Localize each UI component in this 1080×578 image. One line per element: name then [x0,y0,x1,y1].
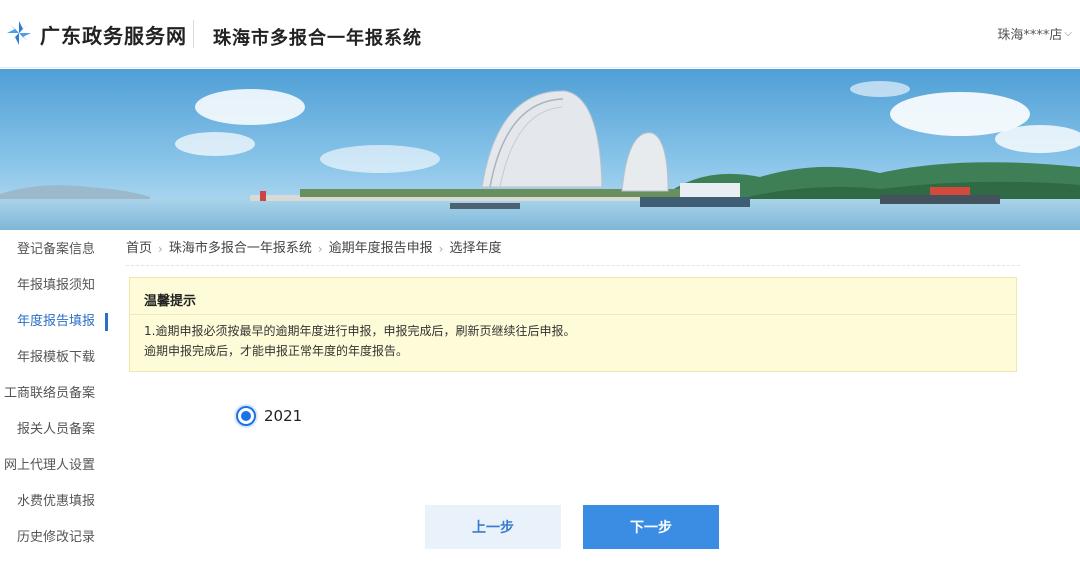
notice-line-1: 1.逾期申报必须按最早的逾期年度进行申报，申报完成后，刷新页继续往后申报。 [144,324,576,338]
notice-divider [130,314,1016,315]
sidebar-nav: 登记备案信息 年报填报须知 年度报告填报 年报模板下载 工商联络员备案 报关人员… [0,232,108,556]
previous-step-button[interactable]: 上一步 [425,505,561,549]
top-header: 广东政务服务网 珠海市多报合一年报系统 珠海****店 ⌵ [0,0,1080,68]
user-menu[interactable]: 珠海****店 ⌵ [997,24,1072,43]
user-name: 珠海****店 [997,28,1063,43]
sidebar-item-filing-guide[interactable]: 年报填报须知 [0,268,108,304]
year-radio-label: 2021 [264,407,303,425]
portal-logo-icon [7,21,31,45]
next-step-button[interactable]: 下一步 [583,505,719,549]
breadcrumb-overdue-report[interactable]: 逾期年度报告申报 [329,231,433,267]
system-title: 珠海市多报合一年报系统 [213,28,422,49]
chevron-down-icon: ⌵ [1064,28,1072,39]
banner-image [0,69,1080,230]
breadcrumb-system[interactable]: 珠海市多报合一年报系统 [169,231,312,267]
sidebar-item-history[interactable]: 历史修改记录 [0,520,108,556]
sidebar-item-template-download[interactable]: 年报模板下载 [0,340,108,376]
sidebar-item-liaison-filing[interactable]: 工商联络员备案 [0,376,108,412]
breadcrumb-separator-icon: › [158,241,163,256]
year-radio-option[interactable]: 2021 [236,406,302,426]
notice-line-2: 逾期申报完成后，才能申报正常年度的年度报告。 [144,344,409,358]
sidebar-item-registration-info[interactable]: 登记备案信息 [0,232,108,268]
notice-box: 温馨提示 1.逾期申报必须按最早的逾期年度进行申报，申报完成后，刷新页继续往后申… [129,277,1017,372]
portal-brand[interactable]: 广东政务服务网 [40,20,187,49]
breadcrumb-current: 选择年度 [449,240,502,256]
sidebar-item-agent-settings[interactable]: 网上代理人设置 [0,448,108,484]
main-content: 首页 › 珠海市多报合一年报系统 › 逾期年度报告申报 › 选择年度 温馨提示 … [126,232,1020,549]
breadcrumb-home[interactable]: 首页 [126,231,152,267]
sidebar-item-annual-report[interactable]: 年度报告填报 [0,304,108,340]
breadcrumb-separator-icon: › [317,241,323,256]
sidebar-item-water-discount[interactable]: 水费优惠填报 [0,484,108,520]
notice-title: 温馨提示 [144,294,197,309]
header-divider [193,20,194,48]
sidebar-item-customs-filing[interactable]: 报关人员备案 [0,412,108,448]
year-radio-button[interactable] [236,406,256,426]
breadcrumb-separator-icon: › [438,241,444,256]
breadcrumb: 首页 › 珠海市多报合一年报系统 › 逾期年度报告申报 › 选择年度 [126,232,1020,266]
